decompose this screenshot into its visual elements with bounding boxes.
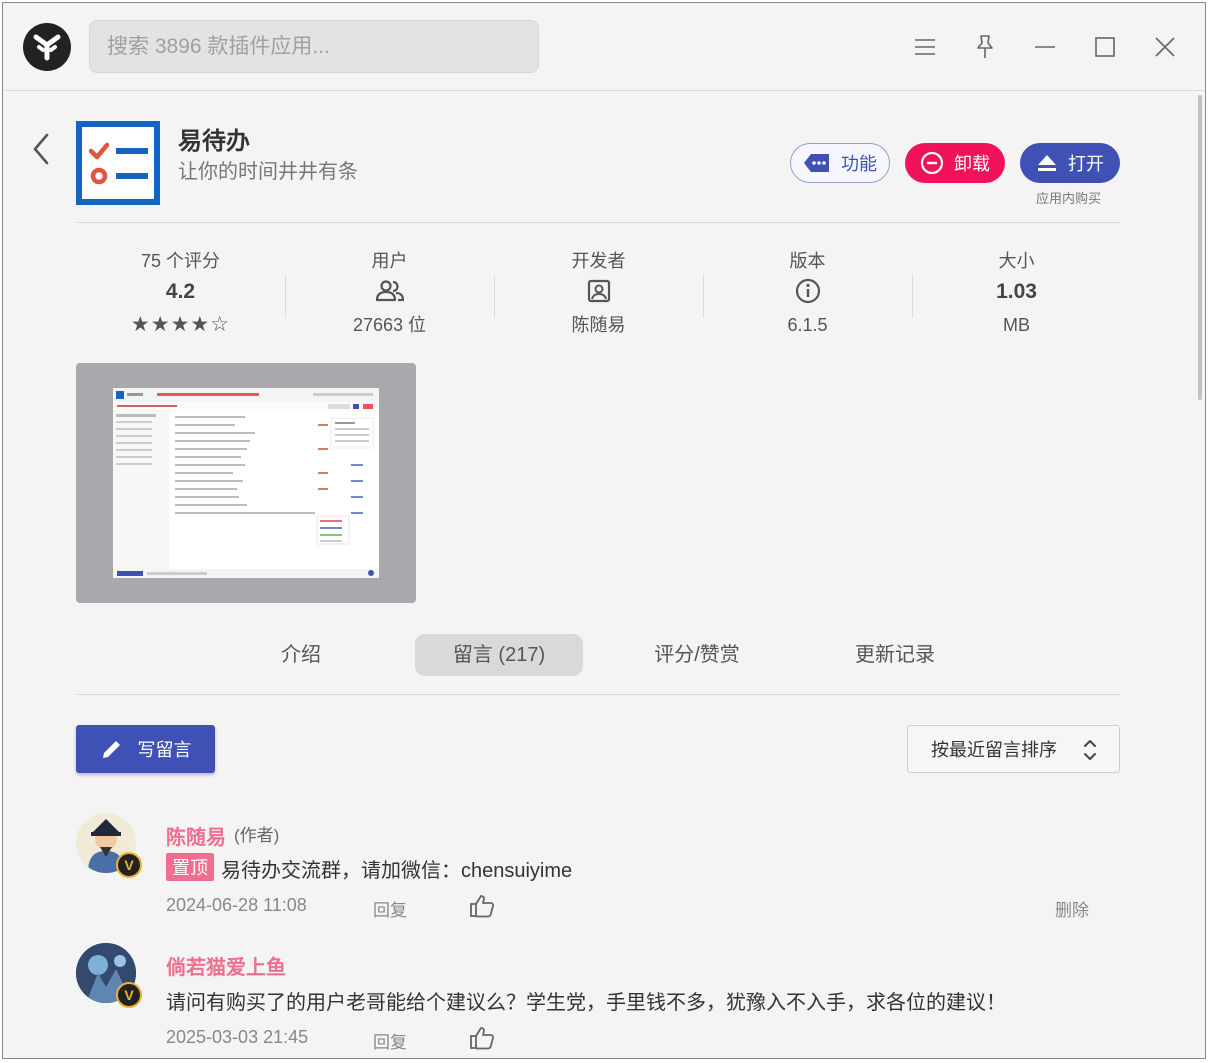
stat-version: 版本 6.1.5 xyxy=(703,247,912,339)
verified-badge-icon: V xyxy=(116,852,142,878)
info-icon xyxy=(703,273,912,309)
back-arrow-icon[interactable] xyxy=(27,131,57,167)
remove-circle-icon xyxy=(920,151,944,175)
thumbs-up-icon[interactable] xyxy=(469,893,495,919)
version-value: 6.1.5 xyxy=(787,315,828,335)
close-icon[interactable] xyxy=(1147,29,1183,65)
feature-button[interactable]: 功能 xyxy=(790,143,890,183)
developer-label: 开发者 xyxy=(571,251,626,271)
uninstall-button[interactable]: 卸载 xyxy=(905,143,1005,183)
in-app-purchase-note: 应用内购买 xyxy=(1036,191,1102,206)
stat-rating: 75 个评分 4.2 ★★★★☆ xyxy=(76,247,285,341)
comment-time: 2024-06-28 11:08 xyxy=(166,895,307,915)
comment-text: 请问有购买了的用户老哥能给个建议么？学生党，手里钱不多，犹豫入不入手，求各位的建… xyxy=(166,992,1006,1014)
tabs-divider xyxy=(76,694,1120,695)
size-value: 1.03 xyxy=(996,280,1037,303)
developer-badge-icon xyxy=(494,273,703,309)
verified-badge-icon: V xyxy=(116,982,142,1008)
comment-author[interactable]: 倘若猫爱上鱼 xyxy=(166,951,286,980)
app-window: 易待办 让你的时间井井有条 功能 卸载 打开 应用内购买 75 个评分 4.2 … xyxy=(2,2,1206,1059)
uninstall-button-label: 卸载 xyxy=(954,154,990,174)
pencil-icon xyxy=(102,739,121,758)
developer-name[interactable]: 陈随易 xyxy=(494,309,703,339)
tab-changelog[interactable]: 更新记录 xyxy=(835,634,955,676)
sort-select[interactable]: 按最近留言排序 xyxy=(907,725,1120,773)
open-button[interactable]: 打开 xyxy=(1020,143,1120,183)
comment-text: 易待办交流群，请加微信：chensuiyime xyxy=(221,860,573,882)
users-icon xyxy=(285,273,494,309)
screenshot-image xyxy=(113,388,379,578)
stat-developer: 开发者 陈随易 xyxy=(494,247,703,339)
header-divider xyxy=(76,222,1120,223)
users-count: 27663 位 xyxy=(352,315,427,335)
app-name: 易待办 xyxy=(178,128,250,155)
reply-button[interactable]: 回复 xyxy=(373,1028,407,1053)
comment-author[interactable]: 陈随易 xyxy=(166,821,226,850)
minimize-icon[interactable] xyxy=(1027,29,1063,65)
sort-arrows-icon xyxy=(1084,740,1096,760)
tab-comments[interactable]: 留言 (217) xyxy=(415,634,583,676)
tab-ratings[interactable]: 评分/赞赏 xyxy=(637,634,757,676)
reply-button[interactable]: 回复 xyxy=(373,896,407,921)
pinned-badge: 置顶 xyxy=(166,853,214,881)
feature-button-label: 功能 xyxy=(841,154,877,174)
search-input[interactable] xyxy=(89,20,539,73)
stat-size: 大小 1.03 MB xyxy=(912,247,1121,339)
title-bar xyxy=(3,3,1205,91)
rating-value: 4.2 xyxy=(165,280,196,303)
size-label: 大小 xyxy=(998,251,1035,271)
thumbs-up-icon[interactable] xyxy=(469,1025,495,1051)
app-icon xyxy=(76,121,160,205)
users-label: 用户 xyxy=(371,251,408,271)
author-role: (作者) xyxy=(234,826,280,845)
rating-stars: ★★★★☆ xyxy=(130,313,231,336)
stat-users: 用户 27663 位 xyxy=(285,247,494,339)
version-label: 版本 xyxy=(789,251,826,271)
utools-logo-icon[interactable] xyxy=(23,23,71,71)
comment-time: 2025-03-03 21:45 xyxy=(166,1027,309,1047)
rating-count: 75 个评分 xyxy=(140,251,221,271)
scrollbar[interactable] xyxy=(1198,95,1202,400)
write-comment-label: 写留言 xyxy=(137,740,192,760)
pin-icon[interactable] xyxy=(967,29,1003,65)
open-button-label: 打开 xyxy=(1068,154,1104,174)
eject-icon xyxy=(1038,155,1056,171)
delete-button[interactable]: 删除 xyxy=(1055,896,1089,921)
size-unit: MB xyxy=(1003,315,1030,335)
screenshot-thumbnail[interactable] xyxy=(76,363,416,603)
tab-intro[interactable]: 介绍 xyxy=(261,634,341,676)
write-comment-button[interactable]: 写留言 xyxy=(76,725,215,773)
sort-label: 按最近留言排序 xyxy=(931,740,1057,760)
maximize-icon[interactable] xyxy=(1087,29,1123,65)
tag-icon xyxy=(804,154,829,172)
menu-icon[interactable] xyxy=(907,29,943,65)
app-description: 让你的时间井井有条 xyxy=(178,161,358,183)
